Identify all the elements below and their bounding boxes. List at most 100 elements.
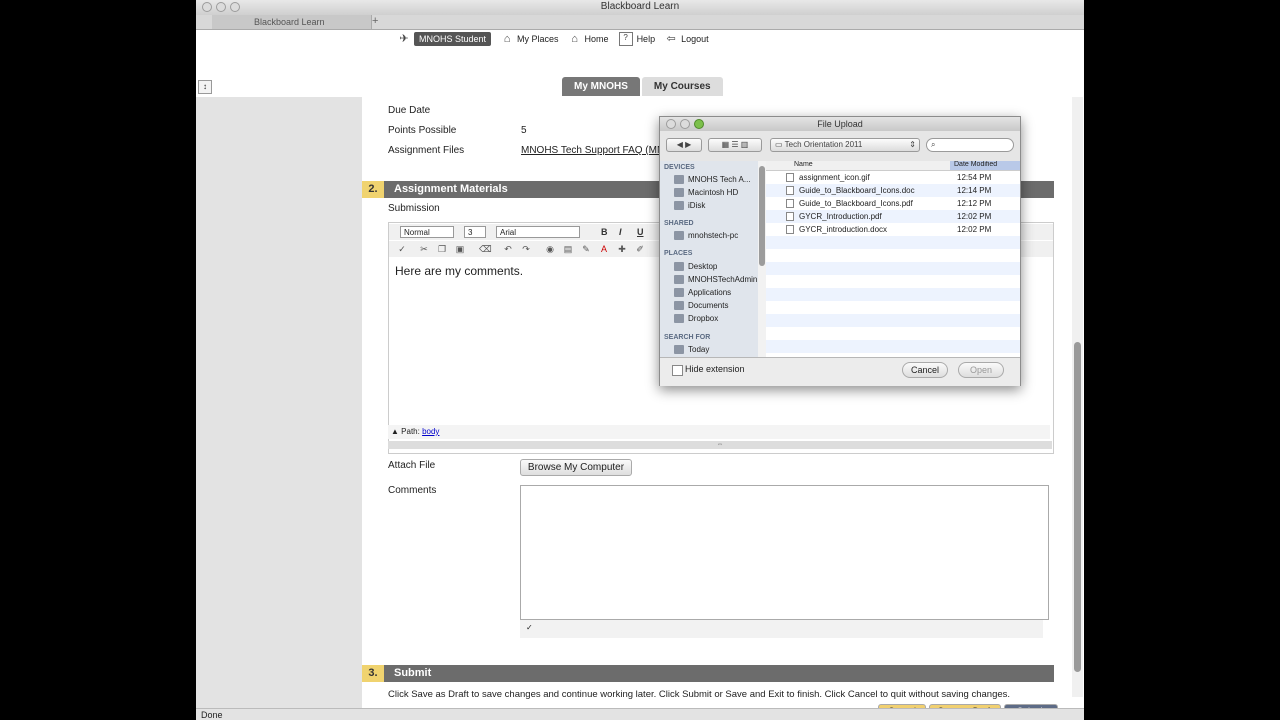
file-upload-dialog: File Upload ◀ ▶ ▦ ☰ ▥ ▭ Tech Orientation…	[659, 116, 1021, 386]
drive-icon	[674, 188, 684, 197]
back-forward-buttons[interactable]: ◀ ▶	[666, 138, 702, 152]
file-icon	[786, 225, 794, 234]
submission-label: Submission	[388, 203, 440, 214]
file-row[interactable]: GYCR_introduction.docx 12:02 PM	[766, 223, 1020, 236]
cut-icon[interactable]: ✂	[419, 244, 429, 254]
section-submit: 3. Submit	[362, 665, 1054, 682]
sidebar-scrollbar[interactable]	[758, 161, 766, 357]
table-icon[interactable]: ▤	[563, 244, 573, 254]
dialog-close-button[interactable]	[666, 119, 676, 129]
spellcheck-icon[interactable]: ✓	[397, 244, 407, 254]
highlight-icon[interactable]: ✐	[635, 244, 645, 254]
file-icon	[786, 212, 794, 221]
tab-my-mnohs[interactable]: My MNOHS	[562, 77, 640, 96]
help-icon: ?	[618, 32, 633, 46]
nav-home[interactable]: ⌂ Home	[569, 33, 608, 45]
dialog-sidebar: DEVICES MNOHS Tech A... Macintosh HD iDi…	[660, 161, 759, 357]
undo-icon[interactable]: ↶	[503, 244, 513, 254]
sidebar-place[interactable]: MNOHSTechAdmin	[674, 275, 757, 284]
font-select[interactable]: Arial	[496, 226, 580, 238]
spellcheck-icon[interactable]: ✓	[526, 623, 533, 632]
sidebar-device[interactable]: iDisk	[674, 201, 705, 210]
view-mode-buttons[interactable]: ▦ ☰ ▥	[708, 138, 762, 152]
sidebar-place[interactable]: Documents	[674, 301, 728, 310]
page-scrollbar[interactable]	[1072, 97, 1083, 697]
font-color-icon[interactable]: A	[599, 244, 609, 254]
comments-textarea[interactable]	[520, 485, 1049, 620]
editor-resize-handle[interactable]: ⇔	[388, 441, 1052, 449]
title-bar: Blackboard Learn	[196, 0, 1084, 16]
submit-instructions: Click Save as Draft to save changes and …	[388, 689, 1011, 700]
path-body-link[interactable]: body	[422, 427, 439, 436]
paste-icon[interactable]: ▣	[455, 244, 465, 254]
bold-button[interactable]: B	[601, 227, 608, 237]
format-select[interactable]: Normal	[400, 226, 454, 238]
folder-icon: ▭	[775, 140, 783, 149]
file-list-header: Name Date Modified	[766, 161, 1020, 171]
sidebar-place[interactable]: Dropbox	[674, 314, 718, 323]
name-column-header[interactable]: Name	[794, 161, 813, 168]
dialog-zoom-button[interactable]	[694, 119, 704, 129]
comments-toolbar: ✓	[520, 620, 1043, 638]
home-icon: ⌂	[571, 33, 578, 45]
window-title: Blackboard Learn	[600, 1, 680, 12]
italic-button[interactable]: I	[619, 227, 622, 237]
file-row[interactable]: assignment_icon.gif 12:54 PM	[766, 171, 1020, 184]
dialog-title: File Upload	[660, 117, 1020, 131]
file-list: Name Date Modified assignment_icon.gif 1…	[766, 161, 1020, 357]
dialog-cancel-button[interactable]: Cancel	[902, 362, 948, 378]
dialog-minimize-button[interactable]	[680, 119, 690, 129]
devices-header: DEVICES	[664, 164, 695, 171]
student-icon: ✈	[399, 33, 409, 45]
nav-logout[interactable]: ⇦ Logout	[665, 33, 708, 45]
scroll-thumb[interactable]	[1074, 342, 1081, 672]
file-row[interactable]: GYCR_Introduction.pdf 12:02 PM	[766, 210, 1020, 223]
sidebar-scroll-thumb[interactable]	[759, 166, 765, 266]
sidebar-device[interactable]: Macintosh HD	[674, 188, 738, 197]
size-select[interactable]: 3	[464, 226, 486, 238]
collapse-icon[interactable]: ▲	[391, 427, 399, 436]
new-tab-button[interactable]: +	[372, 15, 378, 28]
erase-icon[interactable]: ⌫	[479, 244, 492, 254]
sidebar-search[interactable]: Today	[674, 345, 709, 354]
dropbox-icon	[674, 314, 684, 323]
nav-help[interactable]: ? Help	[618, 32, 655, 46]
nav-my-places[interactable]: ⌂ My Places	[501, 33, 559, 45]
hide-extension-label: Hide extension	[685, 364, 745, 374]
search-field[interactable]: ⌕	[926, 138, 1014, 152]
pencil-icon[interactable]: ✎	[581, 244, 591, 254]
tab-my-courses[interactable]: My Courses	[641, 77, 723, 96]
file-row[interactable]: Guide_to_Blackboard_Icons.pdf 12:12 PM	[766, 197, 1020, 210]
redo-icon[interactable]: ↷	[521, 244, 531, 254]
top-navigation: ✈ MNOHS Student ⌂ My Places ⌂ Home ? Hel…	[398, 31, 719, 47]
location-popup[interactable]: ▭ Tech Orientation 2011 ⇕	[770, 138, 920, 152]
editor-text[interactable]: Here are my comments.	[395, 264, 523, 278]
insert-icon[interactable]: ✚	[617, 244, 627, 254]
hide-extension-checkbox[interactable]	[672, 365, 683, 376]
sidebar-shared[interactable]: mnohstech-pc	[674, 231, 738, 240]
sidebar-place[interactable]: Desktop	[674, 262, 717, 271]
course-tabs: My MNOHS My Courses	[562, 77, 725, 96]
file-icon	[786, 173, 794, 182]
drive-icon	[674, 175, 684, 184]
assignment-file-link[interactable]: MNOHS Tech Support FAQ (MN	[521, 145, 664, 156]
student-menu[interactable]: ✈ MNOHS Student	[398, 32, 492, 46]
file-icon	[786, 199, 794, 208]
computer-icon	[674, 231, 684, 240]
underline-button[interactable]: U	[637, 227, 644, 237]
sidebar-device[interactable]: MNOHS Tech A...	[674, 175, 751, 184]
comments-label: Comments	[388, 485, 437, 496]
shared-header: SHARED	[664, 220, 694, 227]
browse-computer-button[interactable]: Browse My Computer	[520, 459, 632, 476]
link-icon[interactable]: ◉	[545, 244, 555, 254]
applications-icon	[674, 288, 684, 297]
sidebar-place[interactable]: Applications	[674, 288, 731, 297]
browser-tab[interactable]: Blackboard Learn	[212, 15, 372, 29]
dialog-open-button[interactable]: Open	[958, 362, 1004, 378]
editor-path-bar: ▲ Path: body	[388, 425, 1050, 439]
menu-toggle-icon[interactable]: ↕	[198, 80, 212, 94]
date-column-header[interactable]: Date Modified	[950, 161, 1020, 170]
copy-icon[interactable]: ❐	[437, 244, 447, 254]
logout-icon: ⇦	[666, 33, 676, 45]
file-row[interactable]: Guide_to_Blackboard_Icons.doc 12:14 PM	[766, 184, 1020, 197]
